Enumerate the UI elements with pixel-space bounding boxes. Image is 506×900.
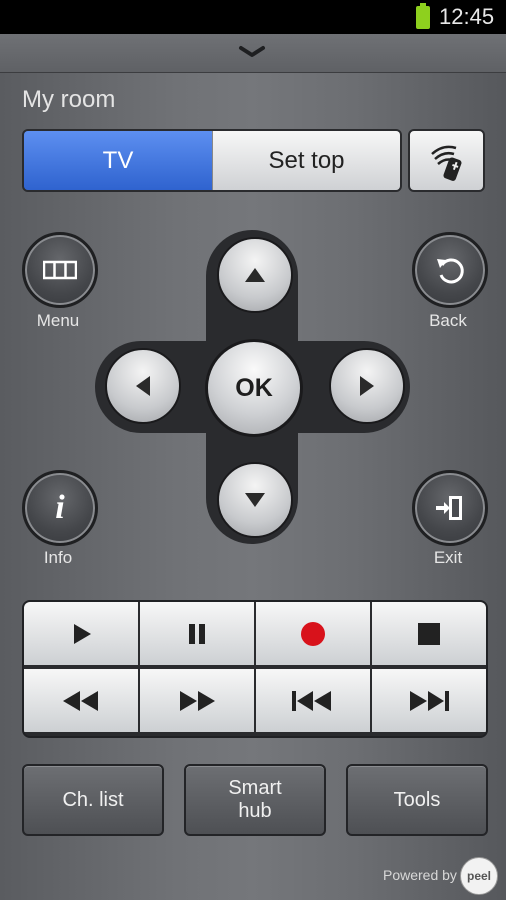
channel-list-button[interactable]: Ch. list: [22, 764, 164, 836]
room-title: My room: [22, 86, 116, 113]
back-label: Back: [429, 311, 467, 330]
clock: 12:45: [439, 4, 495, 29]
info-button[interactable]: i: [22, 470, 98, 546]
info-label: Info: [43, 548, 73, 567]
tab-set-top-label: Set top: [268, 146, 345, 174]
collapse-handle[interactable]: [0, 34, 506, 73]
media-controls: [22, 600, 488, 738]
back-button[interactable]: [412, 232, 488, 308]
fast-forward-icon: [180, 690, 215, 711]
exit-label: Exit: [433, 548, 463, 567]
smart-hub-button[interactable]: Smart hub: [184, 764, 326, 836]
dpad-up-button[interactable]: [217, 237, 293, 313]
device-selector: TV Set top: [22, 129, 402, 192]
stop-button[interactable]: [372, 602, 486, 665]
tools-button[interactable]: Tools: [346, 764, 488, 836]
arrow-left-icon: [136, 376, 150, 396]
exit-door-icon: [436, 496, 462, 520]
status-bar: 12:45: [0, 0, 506, 34]
arrow-up-icon: [245, 268, 265, 282]
menu-button[interactable]: [22, 232, 98, 308]
back-arrow-icon: [437, 258, 464, 284]
arrow-right-icon: [360, 376, 374, 396]
ok-button[interactable]: OK: [205, 339, 303, 437]
skip-next-icon: [410, 690, 449, 711]
tab-set-top[interactable]: Set top: [212, 131, 400, 190]
ok-label: OK: [235, 373, 273, 402]
record-icon: [301, 621, 325, 646]
chevron-down-icon[interactable]: [238, 40, 266, 60]
tab-tv[interactable]: TV: [24, 131, 212, 190]
remote-setup-button[interactable]: [408, 129, 485, 192]
skip-previous-icon: [292, 690, 331, 711]
skip-previous-button[interactable]: [256, 669, 370, 732]
smart-hub-label: Smart hub: [228, 777, 282, 822]
play-button[interactable]: [24, 602, 138, 665]
pause-icon: [189, 623, 205, 644]
rewind-button[interactable]: [24, 669, 138, 732]
remote-signal-icon: [430, 145, 461, 181]
rewind-icon: [63, 690, 98, 711]
info-icon: i: [55, 489, 65, 526]
channel-list-label: Ch. list: [62, 788, 124, 811]
menu-label: Menu: [36, 311, 80, 330]
battery-full-icon: [416, 3, 430, 29]
peel-logo: peel: [460, 857, 498, 895]
tab-tv-label: TV: [102, 146, 134, 174]
dpad-right-button[interactable]: [329, 348, 405, 424]
powered-by-text: Powered by: [383, 867, 457, 883]
tools-label: Tools: [393, 788, 441, 811]
fast-forward-button[interactable]: [140, 669, 254, 732]
play-icon: [74, 623, 91, 644]
pause-button[interactable]: [140, 602, 254, 665]
exit-button[interactable]: [412, 470, 488, 546]
skip-next-button[interactable]: [372, 669, 486, 732]
menu-grid-icon: [43, 260, 77, 280]
record-button[interactable]: [256, 602, 370, 665]
dpad-left-button[interactable]: [105, 348, 181, 424]
dpad-down-button[interactable]: [217, 462, 293, 538]
stop-icon: [418, 622, 440, 645]
arrow-down-icon: [245, 493, 265, 507]
